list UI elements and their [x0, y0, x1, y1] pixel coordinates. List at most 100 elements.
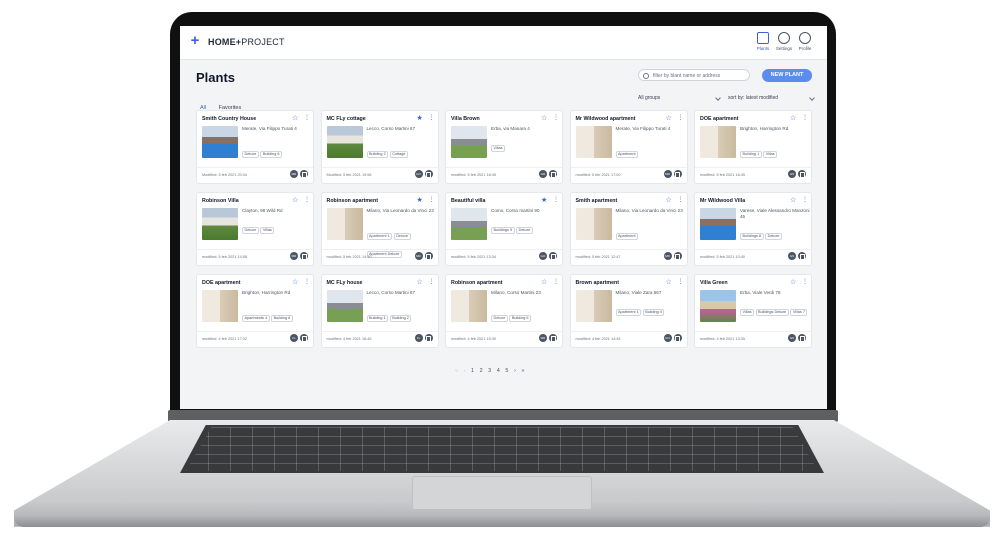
card-tags: Building 1 Building 2 — [366, 306, 439, 324]
document-icon[interactable] — [673, 252, 682, 260]
star-icon[interactable]: ★ — [541, 196, 547, 204]
more-options-icon[interactable]: ⋮ — [553, 197, 559, 203]
plant-card[interactable]: Robinson Villa ☆ ⋮ Clayton, 98 Wild Rd Delux… — [196, 192, 314, 266]
plant-card[interactable]: Mr Wildwood Villa ☆ ⋮ Varese, Viale Alessan… — [694, 192, 812, 266]
star-icon[interactable]: ☆ — [292, 278, 298, 286]
plant-card[interactable]: Villa Green ☆ ⋮ Erba, Viale Verdi 78 Villas B… — [694, 274, 812, 348]
more-options-icon[interactable]: ⋮ — [678, 279, 684, 285]
new-plant-button[interactable]: NEW PLANT — [762, 69, 812, 82]
pagination: « ‹ 1 2 3 4 5 › » — [455, 368, 528, 374]
more-options-icon[interactable]: ⋮ — [553, 279, 559, 285]
star-icon[interactable]: ★ — [417, 196, 423, 204]
star-icon[interactable]: ☆ — [292, 114, 298, 122]
plant-card[interactable]: Smith apartment ☆ ⋮ Milano, Via Leonardo da… — [569, 192, 688, 266]
plant-card[interactable]: Villa Brown ☆ ⋮ Erba, via Manara 4 Villas mod… — [445, 110, 563, 184]
document-icon[interactable] — [549, 170, 557, 178]
plant-thumbnail — [451, 208, 487, 240]
document-icon[interactable] — [798, 334, 806, 342]
more-options-icon[interactable]: ⋮ — [429, 197, 435, 203]
document-icon[interactable] — [424, 334, 433, 342]
more-options-icon[interactable]: ⋮ — [678, 197, 684, 203]
plant-card[interactable]: DOE apartment ☆ ⋮ Brighton, Harrington Rd Ap… — [196, 274, 314, 348]
more-options-icon[interactable]: ⋮ — [553, 115, 559, 121]
page-3-button[interactable]: 3 — [488, 368, 491, 374]
document-icon[interactable] — [549, 252, 557, 260]
document-icon[interactable] — [424, 252, 433, 260]
laptop-front-edge — [14, 515, 990, 527]
plus-icon[interactable]: + — [189, 33, 201, 48]
star-icon[interactable]: ☆ — [666, 114, 672, 122]
star-icon[interactable]: ☆ — [790, 114, 796, 122]
nav-plants[interactable]: Plants — [752, 32, 774, 54]
more-options-icon[interactable]: ⋮ — [429, 115, 435, 121]
card-divider — [695, 249, 811, 250]
plant-card[interactable]: MC FLy house ☆ ⋮ Lecco, Corso Martini 67 Bui… — [320, 274, 439, 348]
more-options-icon[interactable]: ⋮ — [802, 115, 808, 121]
plant-card[interactable]: DOE apartment ☆ ⋮ Brighton, Harrington Rd Bu… — [694, 110, 812, 184]
nav-settings[interactable]: Settings — [773, 32, 795, 54]
plant-card[interactable]: MC FLy cottage ★ ⋮ Lecco, Corso Martini 67 B… — [320, 110, 439, 184]
plant-card[interactable]: Brown apartment ☆ ⋮ Milano, Viale Zara 567 A… — [569, 274, 688, 348]
home-icon — [757, 32, 769, 44]
page-1-button[interactable]: 1 — [471, 368, 474, 374]
document-icon[interactable] — [798, 170, 806, 178]
document-icon[interactable] — [673, 170, 682, 178]
nav-profile[interactable]: Profile — [794, 32, 816, 54]
more-options-icon[interactable]: ⋮ — [304, 279, 310, 285]
page-title: Plants — [196, 70, 236, 85]
star-icon[interactable]: ☆ — [666, 278, 672, 286]
more-options-icon[interactable]: ⋮ — [304, 197, 310, 203]
plant-card[interactable]: Mr Wildwood apartment ☆ ⋮ Merate, Via Filip… — [569, 110, 688, 184]
tag-chip: Apartment 1 — [615, 309, 642, 316]
sort-select[interactable]: sort by: latest modified — [728, 95, 815, 101]
more-options-icon[interactable]: ⋮ — [429, 279, 435, 285]
search-input[interactable]: filter by blant name or address — [638, 69, 750, 81]
avatar: GR — [539, 170, 547, 178]
star-icon[interactable]: ☆ — [790, 278, 796, 286]
document-icon[interactable] — [300, 170, 308, 178]
card-tags: Apartment 1 Building 4 — [615, 300, 688, 318]
page-5-button[interactable]: 5 — [505, 368, 508, 374]
avatar: GS — [788, 334, 796, 342]
star-icon[interactable]: ☆ — [790, 196, 796, 204]
tag-chip: Building 2 — [389, 315, 412, 322]
card-divider — [695, 167, 811, 168]
plant-card[interactable]: Robinson apartment ☆ ⋮ Milano, Corso Martin… — [445, 274, 563, 348]
document-icon[interactable] — [549, 334, 557, 342]
star-icon[interactable]: ★ — [417, 114, 423, 122]
tag-chip: Building 6 — [509, 315, 532, 322]
group-filter-select[interactable]: All groups — [638, 95, 721, 101]
tag-chip: Apartments 4 — [242, 315, 270, 322]
star-icon[interactable]: ☆ — [666, 196, 672, 204]
card-tags: Building 2 Cottage — [366, 142, 439, 160]
card-divider — [446, 331, 562, 332]
card-tags: Apartment — [615, 224, 688, 242]
document-icon[interactable] — [673, 334, 682, 342]
last-page-button[interactable]: » — [521, 368, 524, 374]
document-icon[interactable] — [300, 252, 308, 260]
document-icon[interactable] — [300, 334, 308, 342]
card-divider — [570, 167, 687, 168]
card-title: Smith apartment — [575, 198, 618, 204]
star-icon[interactable]: ☆ — [417, 278, 423, 286]
first-page-button[interactable]: « — [455, 368, 458, 374]
plant-card[interactable]: Smith Country House ☆ ⋮ Merate, Via Filippo… — [196, 110, 314, 184]
avatar: MR — [290, 252, 298, 260]
document-icon[interactable] — [798, 252, 806, 260]
more-options-icon[interactable]: ⋮ — [678, 115, 684, 121]
plant-card[interactable]: Robinson apartment ★ ⋮ Milano, Via Leonardo… — [320, 192, 439, 266]
more-options-icon[interactable]: ⋮ — [304, 115, 310, 121]
page-4-button[interactable]: 4 — [497, 368, 500, 374]
star-icon[interactable]: ☆ — [541, 114, 547, 122]
avatar: MR — [539, 334, 547, 342]
next-page-button[interactable]: › — [514, 368, 516, 374]
star-icon[interactable]: ☆ — [292, 196, 298, 204]
plant-card[interactable]: Beautiful villa ★ ⋮ Como, Corso martini 90 B… — [445, 192, 563, 266]
prev-page-button[interactable]: ‹ — [464, 368, 466, 374]
card-tags: Buildings 9 Deluxe — [491, 218, 563, 236]
more-options-icon[interactable]: ⋮ — [802, 197, 808, 203]
star-icon[interactable]: ☆ — [541, 278, 547, 286]
more-options-icon[interactable]: ⋮ — [802, 279, 808, 285]
document-icon[interactable] — [424, 170, 433, 178]
page-2-button[interactable]: 2 — [480, 368, 483, 374]
